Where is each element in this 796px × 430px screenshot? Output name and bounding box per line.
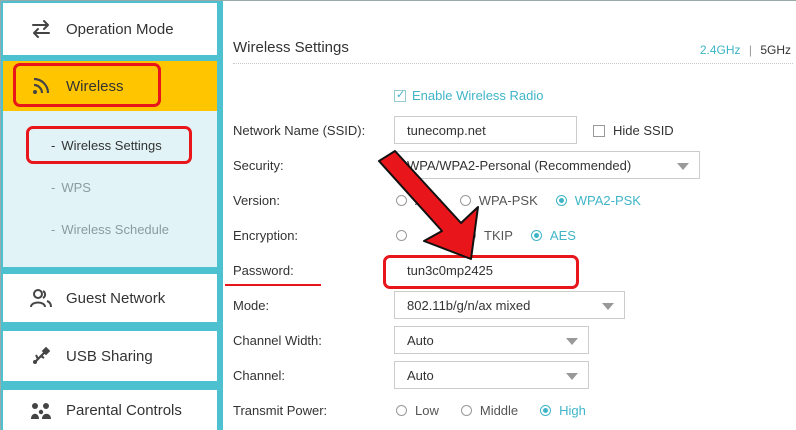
radio-dot[interactable] (540, 405, 552, 416)
radio-label: AES (549, 228, 576, 243)
version-label: Version: (233, 193, 280, 208)
mode-label: Mode: (233, 298, 270, 313)
page-title: Wireless Settings (233, 39, 349, 56)
mode-select-value: 802.11b/g/n/ax mixed (407, 297, 531, 313)
chevron-down-icon (566, 373, 578, 380)
band-2-4ghz-link[interactable]: 2.4GHz (700, 43, 741, 57)
hide-ssid-label: Hide SSID (613, 123, 674, 138)
hide-ssid-checkbox[interactable]: Hide SSID (593, 123, 674, 138)
operation-mode-icon (29, 17, 53, 41)
title-divider (233, 63, 793, 64)
radio-dot[interactable] (396, 405, 407, 416)
router-admin-window: Operation Mode Wireless - Wireless Settin… (0, 0, 796, 430)
radio-label: Middle (479, 403, 519, 418)
highlight-password (383, 255, 579, 289)
usb-icon (29, 344, 53, 368)
version-radio-wpa2-psk[interactable]: WPA2-PSK (555, 193, 641, 208)
sidebar-item-label: Parental Controls (66, 402, 182, 419)
submenu-dash: - (51, 222, 56, 237)
radio-label: TKIP (484, 228, 513, 243)
encryption-radio-aes[interactable]: AES (530, 228, 576, 243)
band-separator: | (748, 43, 752, 57)
sidebar-item-operation-mode[interactable]: Operation Mode (3, 3, 217, 55)
sidebar-item-guest-network[interactable]: Guest Network (3, 274, 217, 322)
channel-width-select[interactable]: Auto (394, 326, 589, 354)
highlight-wireless-settings (26, 126, 192, 164)
password-underline (225, 284, 321, 286)
sidebar-item-label: Operation Mode (66, 20, 174, 38)
security-label: Security: (233, 158, 284, 173)
chevron-down-icon (602, 303, 614, 310)
mode-select[interactable]: 802.11b/g/n/ax mixed (394, 291, 625, 319)
chevron-down-icon (566, 338, 578, 345)
security-select-value: WPA/WPA2-Personal (Recommended) (407, 157, 632, 173)
tx-power-radio-high[interactable]: High (540, 403, 586, 418)
sidebar-item-usb-sharing[interactable]: USB Sharing (3, 331, 217, 381)
submenu-label: Wireless Schedule (61, 222, 169, 237)
sidebar-item-parental-controls[interactable]: Parental Controls (3, 390, 217, 430)
radio-label: WPA2-PSK (574, 193, 641, 208)
submenu-label: WPS (61, 180, 91, 195)
radio-label: WPA-PSK (478, 193, 538, 208)
version-radio-wpa-psk[interactable]: WPA-PSK (459, 193, 538, 208)
checkbox-checked[interactable] (394, 88, 406, 102)
radio-dot[interactable] (465, 230, 476, 241)
encryption-label: Encryption: (233, 228, 299, 243)
enable-wireless-radio-checkbox[interactable]: Enable Wireless Radio (394, 88, 544, 103)
radio-label: Auto (415, 193, 442, 208)
encryption-radio-auto[interactable] (396, 230, 415, 241)
radio-dot[interactable] (530, 230, 542, 241)
version-radio-group: Auto WPA-PSK WPA2-PSK (396, 193, 659, 208)
radio-dot[interactable] (555, 195, 567, 206)
transmit-power-label: Transmit Power: (233, 403, 328, 418)
enable-wireless-radio-label: Enable Wireless Radio (412, 88, 544, 103)
tx-power-radio-low[interactable]: Low (396, 403, 439, 418)
sidebar-item-label: Guest Network (66, 289, 166, 307)
main-panel: Wireless Settings 2.4GHz | 5GHz Enable W… (223, 1, 796, 430)
band-5ghz-link[interactable]: 5GHz (760, 43, 791, 57)
radio-dot[interactable] (396, 230, 407, 241)
submenu-dash: - (51, 180, 56, 195)
channel-label: Channel: (233, 368, 286, 383)
channel-width-select-value: Auto (407, 332, 434, 348)
encryption-radio-tkip[interactable]: TKIP (465, 228, 513, 243)
radio-dot[interactable] (459, 195, 471, 206)
version-radio-auto[interactable]: Auto (396, 193, 442, 208)
radio-dot[interactable] (460, 405, 472, 416)
chevron-down-icon (677, 163, 689, 170)
sidebar-item-label: USB Sharing (66, 347, 153, 365)
highlight-wireless (13, 63, 161, 107)
users-icon (29, 286, 53, 310)
ssid-label: Network Name (SSID): (233, 123, 366, 138)
radio-label: Low (415, 403, 439, 418)
channel-select-value: Auto (407, 367, 434, 383)
family-icon (29, 399, 53, 423)
submenu-item-wps[interactable]: - WPS (51, 180, 91, 195)
checkbox-unchecked[interactable] (593, 124, 605, 137)
tx-power-radio-middle[interactable]: Middle (460, 403, 519, 418)
security-select[interactable]: WPA/WPA2-Personal (Recommended) (394, 151, 700, 179)
encryption-radio-group: TKIP AES (396, 228, 594, 243)
radio-label: High (559, 403, 586, 418)
band-switcher: 2.4GHz | 5GHz (700, 43, 791, 57)
transmit-power-radio-group: Low Middle High (396, 403, 604, 418)
ssid-input[interactable]: tunecomp.net (394, 116, 577, 144)
password-label: Password: (233, 263, 294, 278)
channel-select[interactable]: Auto (394, 361, 589, 389)
radio-dot[interactable] (396, 195, 407, 206)
submenu-item-wireless-schedule[interactable]: - Wireless Schedule (51, 222, 169, 237)
channel-width-label: Channel Width: (233, 333, 322, 348)
